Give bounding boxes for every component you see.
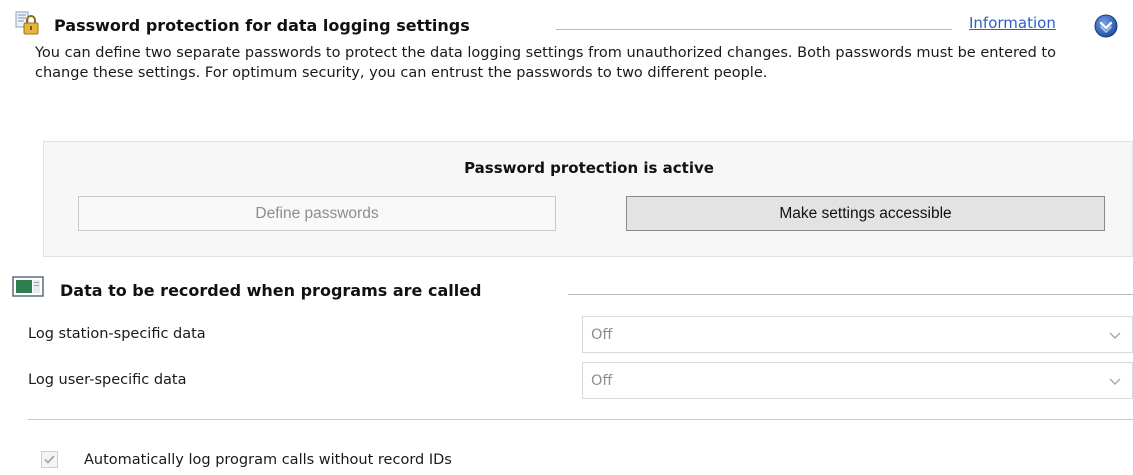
password-section-divider xyxy=(556,29,952,30)
chevron-down-icon xyxy=(1108,372,1132,390)
protection-status: Password protection is active xyxy=(464,159,714,177)
user-data-value: Off xyxy=(591,372,613,389)
recording-section-title: Data to be recorded when programs are ca… xyxy=(60,281,482,300)
define-passwords-button[interactable]: Define passwords xyxy=(78,196,556,231)
information-link[interactable]: Information xyxy=(969,14,1056,32)
auto-log-label: Automatically log program calls without … xyxy=(84,452,452,468)
user-data-label: Log user-specific data xyxy=(28,372,187,388)
password-protection-group: Password protection is active Define pas… xyxy=(43,141,1133,257)
password-description: You can define two separate passwords to… xyxy=(35,45,1056,81)
info-circle-icon[interactable] xyxy=(1094,14,1118,38)
password-section-icon xyxy=(15,11,41,35)
station-data-select[interactable]: Off xyxy=(582,316,1133,353)
auto-log-checkbox[interactable] xyxy=(41,451,58,468)
make-settings-accessible-button[interactable]: Make settings accessible xyxy=(626,196,1105,231)
chevron-down-icon xyxy=(1108,326,1132,344)
fields-separator xyxy=(28,419,1133,420)
station-data-label: Log station-specific data xyxy=(28,326,206,342)
user-data-select[interactable]: Off xyxy=(582,362,1133,399)
checkmark-icon xyxy=(44,455,55,464)
monitor-icon xyxy=(12,276,44,298)
password-section-title: Password protection for data logging set… xyxy=(54,16,470,35)
station-data-value: Off xyxy=(591,326,613,343)
recording-section-divider xyxy=(568,294,1133,295)
